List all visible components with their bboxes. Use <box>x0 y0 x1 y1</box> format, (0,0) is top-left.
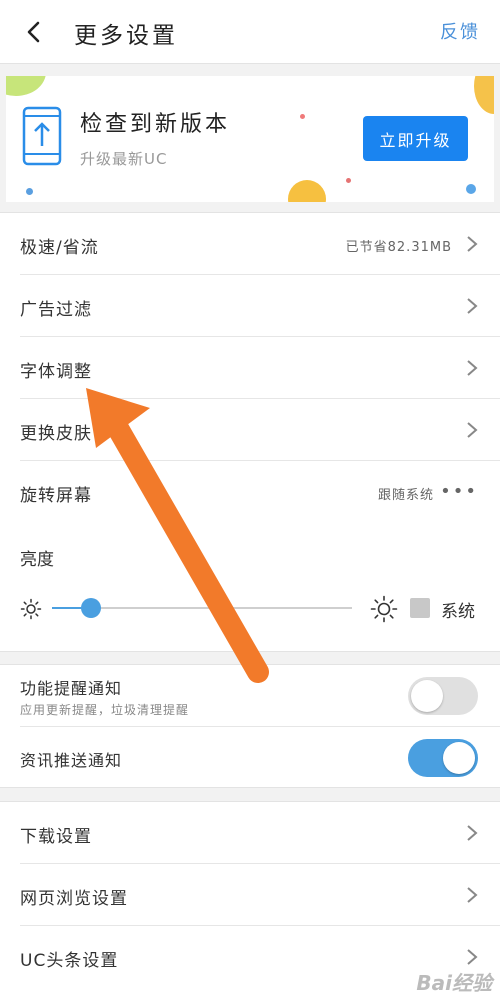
brightness-low-icon <box>20 598 42 620</box>
brightness-label: 亮度 <box>20 550 54 570</box>
chevron-right-icon <box>467 360 478 376</box>
brightness-high-icon <box>370 595 398 623</box>
phone-update-icon <box>22 106 62 166</box>
setting-label: 旋转屏幕 <box>20 486 92 506</box>
setting-row-download[interactable]: 下载设置 <box>0 802 500 864</box>
setting-label: 功能提醒通知 <box>20 679 123 698</box>
setting-row-feature-reminder: 功能提醒通知 应用更新提醒，垃圾清理提醒 <box>0 665 500 727</box>
setting-label: 广告过滤 <box>20 300 92 320</box>
setting-label: 字体调整 <box>20 362 92 382</box>
decor-circle <box>288 180 326 202</box>
chevron-right-icon <box>467 949 478 965</box>
switch-knob <box>411 680 443 712</box>
update-subtitle: 升级最新UC <box>80 150 168 168</box>
decor-circle <box>6 76 46 96</box>
watermark-logo: Bai经验 <box>416 971 492 995</box>
setting-row-ad-filter[interactable]: 广告过滤 <box>0 275 500 337</box>
decor-circle <box>474 76 494 114</box>
setting-row-rotate-screen[interactable]: 旋转屏幕 跟随系统 ••• <box>0 461 500 523</box>
chevron-right-icon <box>467 236 478 252</box>
setting-row-font-adjust[interactable]: 字体调整 <box>0 337 500 399</box>
setting-label: 下载设置 <box>20 827 92 847</box>
system-brightness-checkbox[interactable] <box>410 598 430 618</box>
settings-group-notifications: 功能提醒通知 应用更新提醒，垃圾清理提醒 资讯推送通知 <box>0 664 500 788</box>
page-title: 更多设置 <box>74 23 178 49</box>
news-push-switch[interactable] <box>408 739 478 777</box>
setting-row-web-browsing[interactable]: 网页浏览设置 <box>0 864 500 926</box>
decor-dot <box>300 114 305 119</box>
setting-row-speed-saving[interactable]: 极速/省流 已节省82.31MB <box>0 213 500 275</box>
chevron-right-icon <box>467 422 478 438</box>
setting-row-news-push: 资讯推送通知 <box>0 727 500 789</box>
setting-label: 更换皮肤 <box>20 424 92 444</box>
chevron-right-icon <box>467 298 478 314</box>
brightness-slider[interactable] <box>52 598 352 618</box>
update-banner: 检查到新版本 升级最新UC 立即升级 <box>6 76 494 202</box>
feature-reminder-switch[interactable] <box>408 677 478 715</box>
decor-dot <box>26 188 33 195</box>
setting-label: UC头条设置 <box>20 951 119 971</box>
brightness-slider-handle[interactable] <box>81 598 101 618</box>
switch-knob <box>443 742 475 774</box>
update-title: 检查到新版本 <box>80 112 231 137</box>
system-brightness-label: 系统 <box>441 602 475 622</box>
more-options-icon[interactable]: ••• <box>440 481 478 502</box>
decor-dot <box>346 178 351 183</box>
setting-label: 资讯推送通知 <box>20 751 123 770</box>
setting-label: 极速/省流 <box>20 238 99 258</box>
back-arrow-icon[interactable] <box>20 18 48 46</box>
chevron-right-icon <box>467 887 478 903</box>
setting-row-change-skin[interactable]: 更换皮肤 <box>0 399 500 461</box>
top-bar: 更多设置 反馈 <box>0 0 500 64</box>
upgrade-now-button[interactable]: 立即升级 <box>363 116 468 161</box>
feedback-button[interactable]: 反馈 <box>440 18 480 44</box>
setting-label: 网页浏览设置 <box>20 889 128 909</box>
setting-description: 应用更新提醒，垃圾清理提醒 <box>20 703 190 717</box>
data-saved-value: 已节省82.31MB <box>345 240 452 255</box>
decor-dot <box>466 184 476 194</box>
chevron-right-icon <box>467 825 478 841</box>
settings-group-general: 极速/省流 已节省82.31MB 广告过滤 字体调整 更换皮肤 旋转屏幕 跟随系… <box>0 212 500 652</box>
rotate-mode-value: 跟随系统 <box>377 488 434 503</box>
